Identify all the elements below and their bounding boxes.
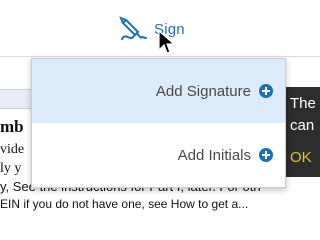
menu-item-label: Add Signature (155, 82, 251, 100)
document-text-line: ly y (0, 161, 22, 176)
menu-item-label: Add Initials (177, 146, 251, 164)
menu-item-add-initials[interactable]: Add Initials (32, 123, 285, 187)
document-text-line: vide (0, 142, 25, 157)
notice-text: can (290, 117, 315, 134)
sign-button[interactable]: Sign (118, 12, 194, 46)
signature-pen-icon (119, 16, 147, 40)
document-text-line: EIN if you do not have one, see How to g… (0, 197, 249, 211)
plus-circle-icon (259, 84, 273, 98)
ok-button[interactable]: OK (290, 149, 312, 166)
sign-dropdown-menu: Add Signature Add Initials (31, 58, 286, 188)
document-heading: mb (0, 117, 24, 136)
mouse-cursor-icon (158, 30, 176, 54)
notice-text: The (290, 95, 316, 112)
dark-notice-panel: The can OK (284, 87, 320, 177)
menu-item-add-signature[interactable]: Add Signature (32, 59, 285, 123)
plus-circle-icon (259, 148, 273, 162)
